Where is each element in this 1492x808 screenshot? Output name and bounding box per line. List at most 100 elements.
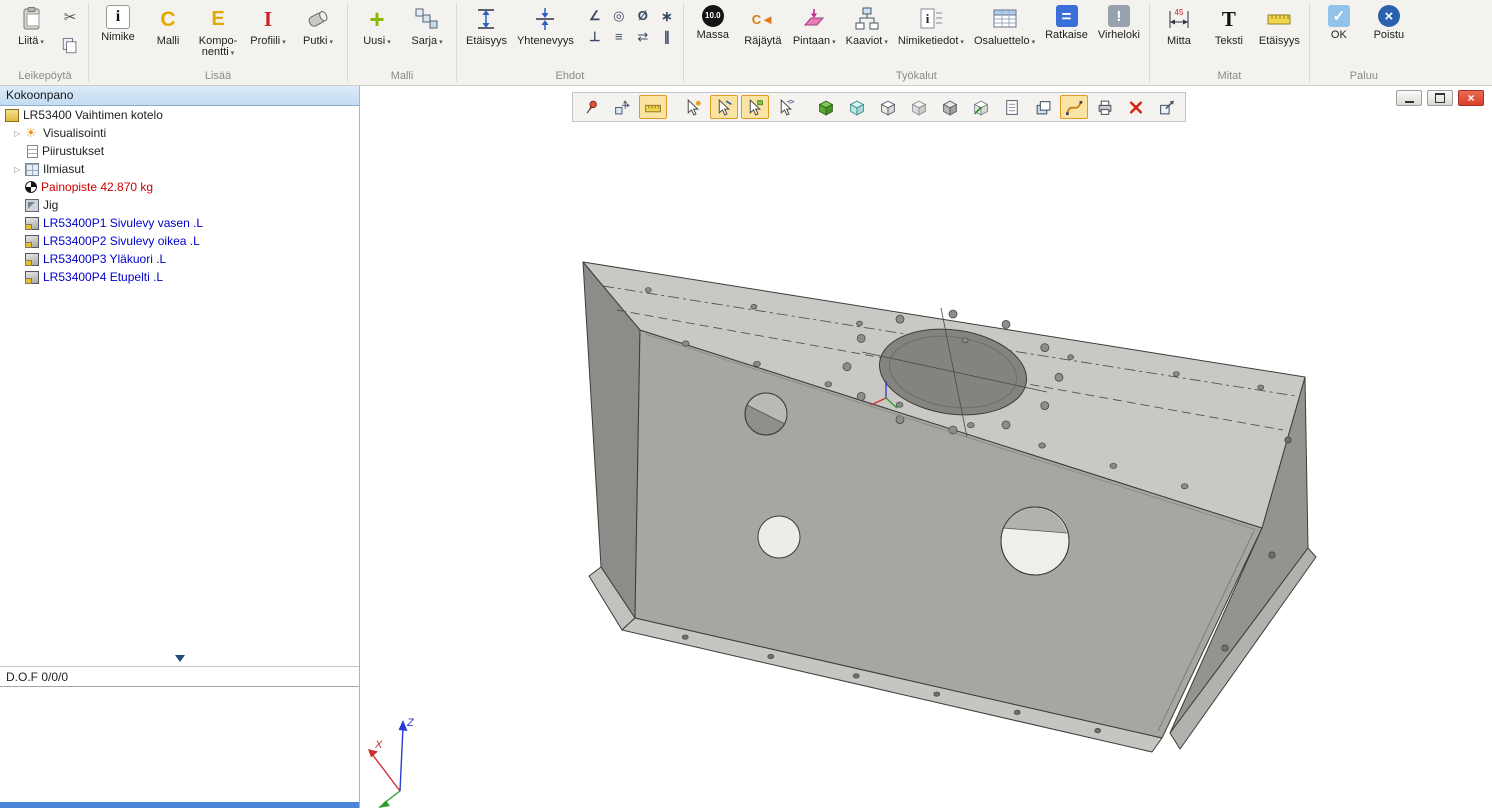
to-surface-icon	[800, 5, 828, 33]
ribbon-button-rajayta[interactable]: C◄Räjäytä	[739, 2, 787, 60]
tree-item-label: LR53400P3 Yläkuori .L	[43, 252, 166, 266]
exit-icon: ×	[1378, 5, 1400, 27]
ribbon-button-massa[interactable]: 10.0Massa	[689, 2, 737, 54]
ribbon-button-malli[interactable]: CMalli	[144, 2, 192, 60]
ribbon-button-label: Liitä▾	[18, 36, 44, 59]
viewport-3d-scene[interactable]: Z X	[360, 86, 1492, 808]
tree-item-lr53400p2-sivulevy-oikea-l[interactable]: LR53400P2 Sivulevy oikea .L	[0, 232, 359, 250]
maximize-button[interactable]	[1427, 90, 1453, 106]
model-icon: C	[154, 5, 182, 33]
panel-title: Kokoonpano	[0, 86, 359, 106]
constraint-button-swap-constraint-icon[interactable]: ⇄	[632, 27, 654, 46]
ribbon-button-label: Räjäytä	[744, 36, 781, 59]
print-icon[interactable]	[1091, 95, 1119, 119]
expander-icon[interactable]: ▷	[14, 129, 25, 138]
assembly-icon	[5, 109, 19, 122]
transform-icon[interactable]	[608, 95, 636, 119]
solid-box-green-icon[interactable]	[812, 95, 840, 119]
ribbon-button-etaisyys[interactable]: Etäisyys	[1255, 2, 1304, 60]
svg-text:i: i	[926, 11, 930, 26]
dropdown-caret-icon: ▾	[1032, 39, 1036, 46]
minimize-button[interactable]	[1396, 90, 1422, 106]
snap-nearest-icon[interactable]	[679, 95, 707, 119]
ribbon-button-osaluettelo[interactable]: Osaluettelo▾	[970, 2, 1039, 60]
ribbon-button-mitta[interactable]: 45Mitta	[1155, 2, 1203, 60]
ribbon-group-label: Mitat	[1155, 69, 1304, 85]
constraint-button-concentric-constraint-icon[interactable]: ◎	[608, 6, 630, 25]
tree-item-jig[interactable]: Jig	[0, 196, 359, 214]
tree-item-ilmiasut[interactable]: ▷Ilmiasut	[0, 160, 359, 178]
ribbon-group-label: Ehdot	[462, 69, 678, 85]
pin-icon[interactable]	[577, 95, 605, 119]
solid-box-teal-icon[interactable]	[843, 95, 871, 119]
ribbon-button-putki[interactable]: Putki▾	[294, 2, 342, 60]
ribbon-button-etaisyys[interactable]: Etäisyys	[462, 2, 511, 60]
views-icon	[25, 163, 39, 176]
export-icon[interactable]	[1153, 95, 1181, 119]
constraint-button-pattern-constraint-icon[interactable]: ∗	[656, 6, 678, 25]
ruler-icon	[1265, 5, 1293, 33]
solve-icon: =	[1056, 5, 1078, 27]
solid-box-shaded-icon[interactable]	[936, 95, 964, 119]
expander-icon[interactable]: ▷	[14, 165, 25, 174]
layers-icon[interactable]	[1029, 95, 1057, 119]
ribbon-button-poistu[interactable]: ×Poistu	[1365, 2, 1413, 54]
ribbon-button-uusi[interactable]: +Uusi▾	[353, 2, 401, 60]
splitter-handle[interactable]	[175, 655, 185, 662]
copy-icon	[59, 35, 81, 57]
tree-item-visualisointi[interactable]: ▷Visualisointi	[0, 124, 359, 142]
ribbon-button-ok[interactable]: ✓OK	[1315, 2, 1363, 54]
part-icon	[25, 253, 39, 266]
ribbon-group-malli: +Uusi▾Sarja▾Malli	[348, 0, 456, 85]
tree-item-lr53400-vaihtimen-kotelo[interactable]: LR53400 Vaihtimen kotelo	[0, 106, 359, 124]
ribbon-button-label: Massa	[697, 30, 729, 53]
ribbon-button-sarja[interactable]: Sarja▾	[403, 2, 451, 60]
ribbon-button-nimike[interactable]: iNimike	[94, 2, 142, 56]
constraint-button-symmetry-constraint-icon[interactable]: ≡	[608, 27, 630, 46]
notes-icon[interactable]	[998, 95, 1026, 119]
tangent-constraint-icon: Ø	[633, 5, 653, 27]
ribbon-button-pintaan[interactable]: Pintaan▾	[789, 2, 840, 60]
ribbon-button-teksti[interactable]: TTeksti	[1205, 2, 1253, 60]
ribbon-button-ratkaise[interactable]: =Ratkaise	[1041, 2, 1092, 54]
axis-z-label: Z	[406, 717, 415, 729]
tree-item-painopiste-42-870-kg[interactable]: Painopiste 42.870 kg	[0, 178, 359, 196]
item-info-icon: i	[106, 5, 130, 29]
ribbon-button-virheloki[interactable]: !Virheloki	[1094, 2, 1144, 54]
tree-item-lr53400p3-ylakuori-l[interactable]: LR53400P3 Yläkuori .L	[0, 250, 359, 268]
constraint-button-angle-constraint-icon[interactable]: ∠	[584, 6, 606, 25]
error-log-icon: !	[1108, 5, 1130, 27]
solid-box-light-icon[interactable]	[905, 95, 933, 119]
snap-face-icon[interactable]	[741, 95, 769, 119]
solid-box-arrow-icon[interactable]	[967, 95, 995, 119]
constraint-button-parallel-constraint-icon[interactable]: ∥	[656, 27, 678, 46]
ribbon-button-yhtenevyys[interactable]: Yhtenevyys	[513, 2, 578, 60]
ribbon-group-lisaa: iNimikeCMalliEKompo- nentti▾IProfiili▾Pu…	[89, 0, 347, 85]
ribbon-button-kaaviot[interactable]: Kaaviot▾	[842, 2, 892, 60]
tree-item-label: LR53400P4 Etupelti .L	[43, 270, 163, 284]
ribbon-button-nimiketiedot[interactable]: iNimiketiedot▾	[894, 2, 968, 60]
series-icon	[413, 5, 441, 33]
snap-line-icon[interactable]	[710, 95, 738, 119]
paste-icon	[17, 5, 45, 33]
constraint-button-tangent-constraint-icon[interactable]: Ø	[632, 6, 654, 25]
select-part-icon[interactable]	[772, 95, 800, 119]
delete-icon[interactable]	[1122, 95, 1150, 119]
coincident-constraint-icon	[531, 5, 559, 33]
tree-item-piirustukset[interactable]: Piirustukset	[0, 142, 359, 160]
profile-icon: I	[254, 5, 282, 33]
pattern-constraint-icon: ∗	[657, 5, 677, 27]
tree-item-lr53400p4-etupelti-l[interactable]: LR53400P4 Etupelti .L	[0, 268, 359, 286]
measure-icon[interactable]	[639, 95, 667, 119]
solid-box-white-icon[interactable]	[874, 95, 902, 119]
ribbon-small-button-copy-icon[interactable]	[57, 33, 83, 59]
ribbon-button-liita[interactable]: Liitä▾	[7, 2, 55, 60]
curve-icon[interactable]	[1060, 95, 1088, 119]
viewport: Z X	[360, 86, 1492, 808]
close-button[interactable]	[1458, 90, 1484, 106]
ribbon-button-kompo-nentti[interactable]: EKompo- nentti▾	[194, 2, 242, 60]
ribbon-button-profiili[interactable]: IProfiili▾	[244, 2, 292, 60]
tree-item-lr53400p1-sivulevy-vasen-l[interactable]: LR53400P1 Sivulevy vasen .L	[0, 214, 359, 232]
constraint-button-perpendicular-constraint-icon[interactable]: ⊥	[584, 27, 606, 46]
ribbon-small-button-cut-icon[interactable]: ✂	[57, 4, 83, 30]
